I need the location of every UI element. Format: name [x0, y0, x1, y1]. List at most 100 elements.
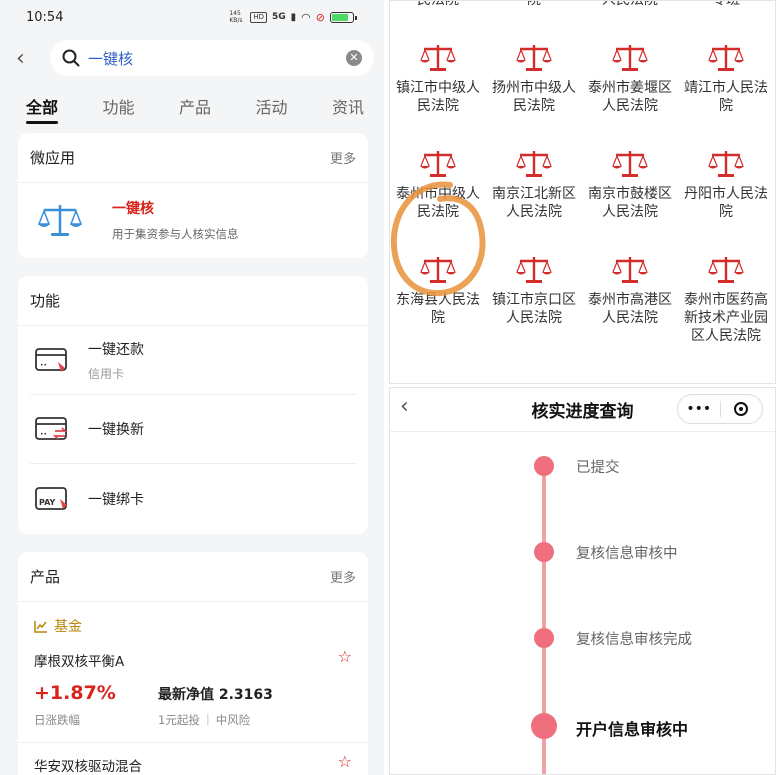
court-name: 泰州市高港区人民法院: [588, 292, 672, 326]
court-name: 泰州市姜堰区人民法院: [588, 80, 672, 114]
timeline-dot: [531, 713, 557, 739]
fund-min-invest: 1元起投: [158, 713, 200, 727]
court-name: 靖江市人民法院: [684, 80, 768, 114]
court-name: 南京市中级人民法院: [417, 0, 459, 8]
timeline-step-label: 开户信息审核中: [576, 720, 689, 739]
mini-app-item[interactable]: 一键核 用于集资参与人核实信息: [18, 183, 368, 257]
card-pay-icon: PAY: [35, 486, 67, 510]
timeline-step-label: 复核信息审核完成: [576, 632, 692, 648]
meta-divider: |: [205, 712, 210, 726]
court-name: 仪征市人民法院: [527, 0, 541, 8]
search-results-screen: 10:54 145 KB/s HD 5G ▮ ◠ ⊘ ‹ ✕ 全部 功能 产品 …: [0, 0, 384, 775]
court-item[interactable]: 镇江市中级人民法院: [390, 43, 486, 115]
trend-chart-icon: [34, 620, 47, 633]
mini-app-desc: 用于集资参与人核实信息: [112, 227, 239, 241]
products-more-link[interactable]: 更多: [330, 567, 356, 586]
card-renew-icon: ••: [35, 417, 68, 440]
court-scale-icon: [420, 151, 456, 177]
close-target-icon[interactable]: [721, 401, 763, 417]
products-header: 产品 更多: [18, 552, 368, 602]
signal-icon: ▮: [290, 11, 297, 23]
functions-header: 功能: [18, 276, 368, 326]
fund-item[interactable]: 摩根双核平衡A ☆: [18, 636, 368, 671]
fund-item-2[interactable]: 华安双核驱动混合 ☆: [18, 742, 368, 775]
court-item[interactable]: 丹阳市人民法院: [678, 149, 774, 221]
search-box[interactable]: ✕: [50, 40, 374, 76]
court-item[interactable]: 南京江北新区人民法院: [486, 149, 582, 221]
miniprogram-capsule: •••: [677, 394, 763, 424]
fund-nav: 最新净值 2.3163: [158, 687, 273, 703]
court-name: 南京市建邺区人民法院: [602, 0, 658, 8]
court-item[interactable]: 扬州市中级人民法院: [486, 43, 582, 115]
mini-app-name: 一键核: [112, 201, 154, 217]
court-scale-icon: [612, 45, 648, 71]
mini-apps-more-link[interactable]: 更多: [330, 148, 356, 167]
court-item[interactable]: 南京市中级人民法院: [390, 0, 486, 9]
court-name: 泰州市中级人民法院: [396, 186, 480, 220]
fund-daily-change: +1.87%: [34, 682, 116, 704]
battery-icon: [330, 11, 357, 23]
wifi-icon: ◠: [301, 10, 311, 24]
court-name: 丹阳市人民法院: [684, 186, 768, 220]
court-item[interactable]: 泰州市高港区人民法院: [582, 255, 678, 327]
back-arrow-icon[interactable]: ‹: [400, 394, 409, 419]
function-item-repay[interactable]: •• 一键还款 信用卡: [30, 326, 356, 395]
court-name: 盛唐处置工作专班: [712, 0, 740, 8]
function-name: 一键还款: [88, 341, 144, 358]
court-item[interactable]: 靖江市人民法院: [678, 43, 774, 115]
court-item[interactable]: 南京市鼓楼区人民法院: [582, 149, 678, 221]
court-item[interactable]: 泰州市中级人民法院: [390, 149, 486, 221]
court-name: 东海县人民法院: [396, 292, 480, 326]
court-item[interactable]: 仪征市人民法院: [486, 0, 582, 9]
tab-functions[interactable]: 功能: [102, 94, 134, 118]
court-scale-icon: [708, 151, 744, 177]
progress-timeline: 已提交 复核信息审核中 复核信息审核完成 开户信息审核中: [390, 432, 775, 774]
court-scale-icon: [516, 45, 552, 71]
fund-values: +1.87% 最新净值 2.3163: [18, 670, 368, 704]
court-item[interactable]: 盛唐处置工作专班: [678, 0, 774, 9]
tab-activities[interactable]: 活动: [255, 94, 287, 118]
court-item[interactable]: 泰州市医药高新技术产业园区人民法院: [678, 255, 774, 345]
fund-name: 摩根双核平衡A: [34, 654, 125, 670]
functions-card: 功能 •• 一键还款 信用卡 •• 一键换新 PAY 一键绑卡: [18, 276, 368, 534]
star-icon[interactable]: ☆: [338, 649, 352, 670]
court-name: 镇江市中级人民法院: [396, 80, 480, 114]
status-icons: 145 KB/s HD 5G ▮ ◠ ⊘: [229, 10, 357, 24]
function-name: 一键绑卡: [88, 491, 144, 508]
tab-all[interactable]: 全部: [26, 94, 59, 124]
court-item[interactable]: 泰州市姜堰区人民法院: [582, 43, 678, 115]
court-scale-icon: [612, 257, 648, 283]
court-scale-icon: [516, 257, 552, 283]
court-item[interactable]: 东海县人民法院: [390, 255, 486, 327]
functions-title: 功能: [30, 292, 61, 310]
fund-change-label: 日涨跌幅: [34, 713, 80, 727]
svg-text:••: ••: [40, 362, 47, 369]
court-scale-icon: [420, 257, 456, 283]
progress-panel: ‹ 核实进度查询 ••• 已提交 复核信息审核中 复核信息审核完成 开户信息审核中: [389, 387, 776, 775]
mini-apps-card: 微应用 更多 一键核 用于集资参与人核实信息: [18, 133, 368, 258]
search-input[interactable]: [88, 49, 346, 67]
function-item-bind[interactable]: PAY 一键绑卡: [30, 464, 356, 533]
scale-icon: [38, 205, 82, 236]
tab-news[interactable]: 资讯: [332, 94, 364, 118]
mini-apps-title: 微应用: [30, 149, 76, 167]
tab-products[interactable]: 产品: [179, 94, 211, 118]
timeline-dot: [534, 456, 554, 476]
court-item[interactable]: 镇江市京口区人民法院: [486, 255, 582, 327]
clear-icon[interactable]: ✕: [346, 50, 362, 66]
mini-apps-header: 微应用 更多: [18, 133, 368, 183]
court-name: 南京市鼓楼区人民法院: [588, 186, 672, 220]
status-time: 10:54: [26, 9, 64, 25]
timeline-step-label: 复核信息审核中: [576, 546, 678, 562]
court-name: 扬州市中级人民法院: [492, 80, 576, 114]
fund-risk: 中风险: [215, 713, 251, 727]
court-name: 泰州市医药高新技术产业园区人民法院: [684, 292, 768, 344]
court-item[interactable]: 南京市建邺区人民法院: [582, 0, 678, 9]
more-menu-icon[interactable]: •••: [678, 401, 720, 417]
back-arrow-icon[interactable]: ‹: [16, 46, 42, 71]
function-item-renew[interactable]: •• 一键换新: [30, 395, 356, 464]
fund-name: 华安双核驱动混合: [34, 759, 142, 775]
timeline-dot: [534, 542, 554, 562]
star-icon[interactable]: ☆: [338, 754, 352, 775]
court-list-panel: 南京市中级人民法院 仪征市人民法院 南京市建邺区人民法院 盛唐处置工作专班镇江市中级人…: [389, 0, 776, 384]
